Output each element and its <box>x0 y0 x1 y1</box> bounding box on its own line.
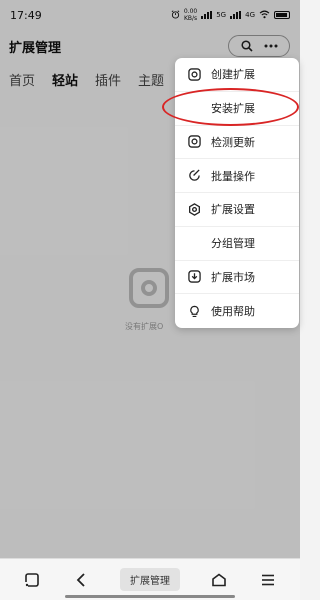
extension-icon <box>187 67 201 81</box>
extension-icon <box>187 135 201 149</box>
menu-item-check-updates[interactable]: 检测更新 <box>175 126 299 160</box>
menu-item-label: 使用帮助 <box>211 305 255 319</box>
menu-item-extension-settings[interactable]: 扩展设置 <box>175 193 299 227</box>
home-icon[interactable] <box>209 570 229 590</box>
highlight-annotation <box>162 88 299 126</box>
menu-item-extension-market[interactable]: 扩展市场 <box>175 261 299 295</box>
menu-item-label: 扩展设置 <box>211 203 255 217</box>
lightbulb-icon <box>187 304 201 318</box>
menu-icon[interactable] <box>258 570 278 590</box>
menu-item-label: 扩展市场 <box>211 270 255 284</box>
gear-icon <box>187 202 201 216</box>
download-icon <box>187 270 201 284</box>
menu-item-help[interactable]: 使用帮助 <box>175 294 299 328</box>
batch-edit-icon <box>187 169 201 183</box>
menu-item-label: 批量操作 <box>211 169 255 183</box>
menu-item-label: 创建扩展 <box>211 68 255 82</box>
bottom-toolbar: 扩展管理 <box>0 558 300 600</box>
back-icon[interactable] <box>71 570 91 590</box>
menu-item-group-management[interactable]: 分组管理 <box>175 227 299 261</box>
home-indicator[interactable] <box>65 595 235 598</box>
menu-item-label: 检测更新 <box>211 135 255 149</box>
menu-item-batch-operations[interactable]: 批量操作 <box>175 159 299 193</box>
tabs-icon[interactable] <box>22 570 42 590</box>
current-page-title[interactable]: 扩展管理 <box>119 568 180 591</box>
menu-item-label: 分组管理 <box>211 237 255 251</box>
menu-item-create-extension[interactable]: 创建扩展 <box>175 58 299 92</box>
